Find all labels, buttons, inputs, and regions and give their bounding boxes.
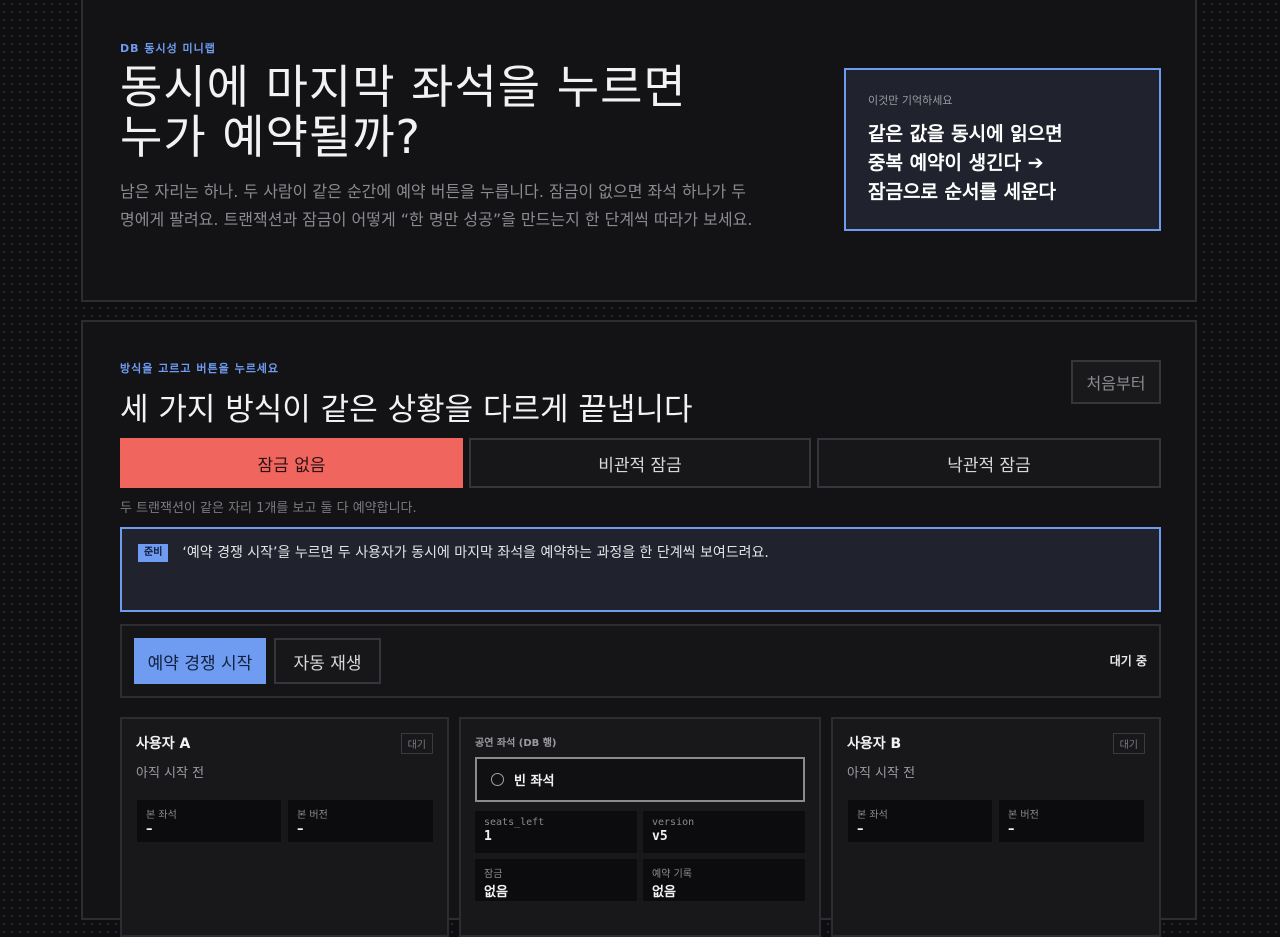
seat-status-text: 빈 좌석 — [514, 774, 555, 789]
hero-title-line2: 누가 예약될까? — [120, 110, 421, 164]
user-a-seen-seat-value: – — [146, 822, 153, 837]
seats-left-cell: seats_left 1 — [475, 811, 637, 853]
user-b-seen-seat-label: 본 좌석 — [857, 810, 888, 821]
user-a-seen-seat: 본 좌석 – — [137, 800, 281, 842]
user-b-seen-version: 본 버전 – — [999, 800, 1144, 842]
sim-title: 세 가지 방식이 같은 상황을 다르게 끝냅니다 — [120, 392, 693, 428]
memo-line-2: 중복 예약이 생긴다 ➔ — [868, 152, 1044, 174]
user-b-seen-seat: 본 좌석 – — [848, 800, 992, 842]
run-status: 대기 중 — [1109, 654, 1147, 668]
user-a-seen-version: 본 버전 – — [288, 800, 433, 842]
user-b-seen-version-label: 본 버전 — [1008, 810, 1039, 821]
control-bar: 예약 경쟁 시작 자동 재생 대기 중 — [120, 624, 1161, 698]
user-a-substatus: 아직 시작 전 — [136, 766, 205, 781]
seat-panel-label: 공연 좌석 (DB 행) — [475, 738, 557, 749]
record-label: 예약 기록 — [652, 869, 692, 880]
version-label: version — [652, 817, 695, 828]
tab-no-lock[interactable]: 잠금 없음 — [120, 438, 463, 488]
start-race-button[interactable]: 예약 경쟁 시작 — [134, 638, 266, 684]
lock-label: 잠금 — [484, 869, 503, 880]
hero-card: DB 동시성 미니랩 동시에 마지막 좌석을 누르면 누가 예약될까? 남은 자… — [81, 0, 1197, 302]
user-b-panel: 사용자 B 대기 아직 시작 전 본 좌석 – 본 버전 – — [831, 717, 1161, 937]
user-a-seen-seat-label: 본 좌석 — [146, 810, 177, 821]
autoplay-button[interactable]: 자동 재생 — [274, 638, 381, 684]
record-value: 없음 — [652, 885, 676, 900]
user-b-seen-version-value: – — [1008, 822, 1015, 837]
tab-pessimistic-lock[interactable]: 비관적 잠금 — [469, 438, 811, 488]
seat-status-box: 빈 좌석 — [475, 757, 805, 802]
tab-optimistic-lock[interactable]: 낙관적 잠금 — [817, 438, 1161, 488]
user-a-seen-version-label: 본 버전 — [297, 810, 328, 821]
hero-eyebrow: DB 동시성 미니랩 — [120, 42, 216, 55]
seats-left-label: seats_left — [484, 817, 545, 828]
user-a-state-badge: 대기 — [400, 733, 433, 754]
hero-description: 남은 자리는 하나. 두 사람이 같은 순간에 예약 버튼을 누릅니다. 잠금이… — [120, 182, 753, 229]
record-cell: 예약 기록 없음 — [643, 859, 805, 901]
mode-description: 두 트랜잭션이 같은 자리 1개를 보고 둘 다 예약합니다. — [120, 501, 417, 516]
status-badge: 준비 — [138, 544, 169, 562]
memo-box: 이것만 기억하세요 같은 값을 동시에 읽으면 중복 예약이 생긴다 ➔ 잠금으… — [844, 68, 1161, 231]
empty-circle-icon — [491, 773, 504, 786]
user-b-seen-seat-value: – — [857, 822, 864, 837]
user-b-name: 사용자 B — [847, 736, 902, 752]
memo-line-3: 잠금으로 순서를 세운다 — [868, 181, 1057, 203]
user-b-state-badge: 대기 — [1112, 733, 1145, 754]
step-notice: 준비 ‘예약 경쟁 시작’을 누르면 두 사용자가 동시에 마지막 좌석을 예약… — [120, 527, 1161, 612]
user-b-substatus: 아직 시작 전 — [847, 766, 916, 781]
version-value: v5 — [652, 829, 668, 844]
seat-panel: 공연 좌석 (DB 행) 빈 좌석 seats_left 1 version v… — [459, 717, 821, 937]
user-a-panel: 사용자 A 대기 아직 시작 전 본 좌석 – 본 버전 – — [120, 717, 449, 937]
sim-eyebrow: 방식을 고르고 버튼을 누르세요 — [120, 362, 280, 375]
user-a-name: 사용자 A — [136, 736, 191, 752]
memo-label: 이것만 기억하세요 — [868, 94, 953, 107]
lock-value: 없음 — [484, 885, 508, 900]
lock-cell: 잠금 없음 — [475, 859, 637, 901]
hero-title: 동시에 마지막 좌석을 누르면 누가 예약될까? — [120, 62, 687, 162]
reset-button[interactable]: 처음부터 — [1071, 360, 1161, 404]
user-a-seen-version-value: – — [297, 822, 304, 837]
notice-text: ‘예약 경쟁 시작’을 누르면 두 사용자가 동시에 마지막 좌석을 예약하는 … — [182, 545, 769, 561]
version-cell: version v5 — [643, 811, 805, 853]
seats-left-value: 1 — [484, 829, 492, 844]
memo-line-1: 같은 값을 동시에 읽으면 — [868, 123, 1063, 145]
simulator-card: 방식을 고르고 버튼을 누르세요 세 가지 방식이 같은 상황을 다르게 끝냅니… — [81, 320, 1197, 937]
hero-title-line1: 동시에 마지막 좌석을 누르면 — [120, 60, 687, 114]
